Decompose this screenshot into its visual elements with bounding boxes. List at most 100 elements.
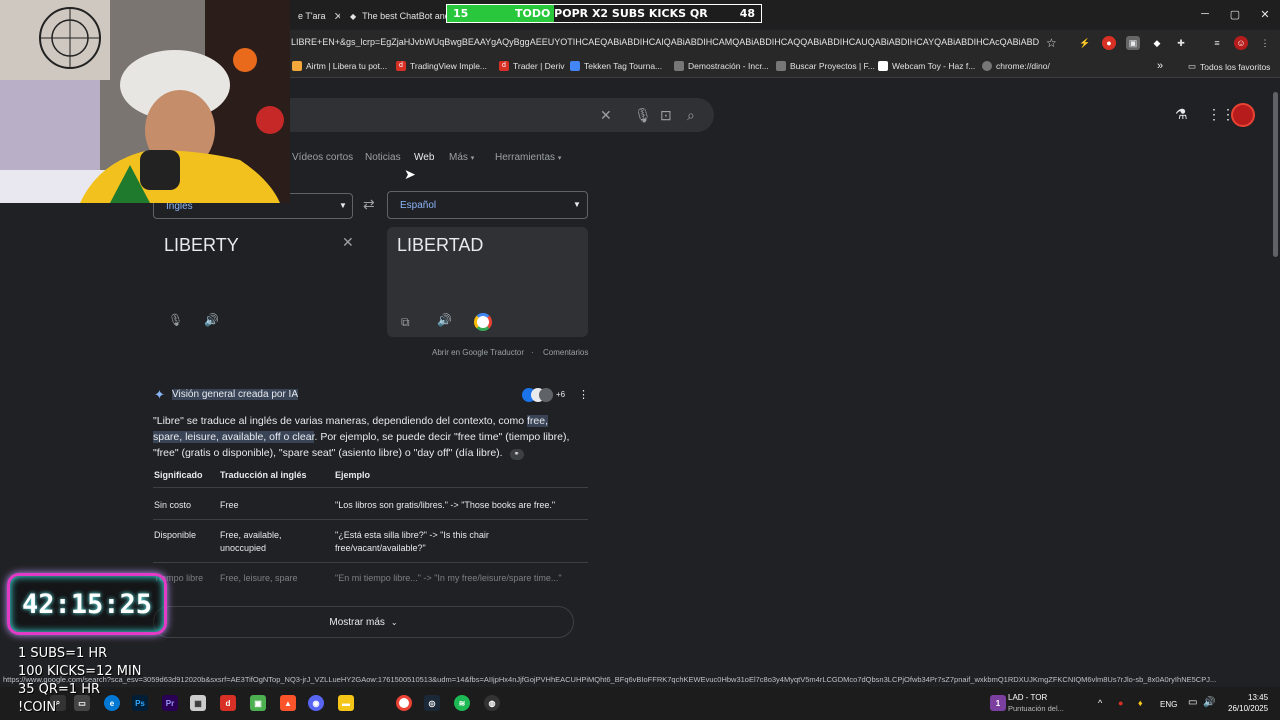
all-favorites[interactable]: ▭ Todos los favoritos <box>1188 61 1270 72</box>
webcam-overlay <box>0 0 290 203</box>
bookmark-label: TradingView Imple... <box>410 61 488 71</box>
bookmark-item[interactable]: d TradingView Imple... <box>396 61 487 71</box>
copy-icon[interactable]: ⧉ <box>401 315 410 330</box>
extension-icon[interactable]: ⚡ <box>1078 36 1092 50</box>
table-cell: "Los libros son gratis/libres." -> "Thos… <box>335 500 556 510</box>
close-icon[interactable]: ✕ <box>334 10 340 23</box>
tray-icon[interactable]: ● <box>1118 698 1123 708</box>
column-header: Traducción al inglés <box>220 470 307 480</box>
minimize-icon[interactable]: ─ <box>1195 4 1215 24</box>
lens-icon[interactable]: ⊡ <box>660 107 672 124</box>
all-favorites-label: Todos los favoritos <box>1200 61 1271 72</box>
premiere-icon[interactable]: Pr <box>162 695 178 711</box>
microphone-icon[interactable]: 🎙 <box>634 107 652 124</box>
source-count: +6 <box>556 390 566 399</box>
clock-time[interactable]: 13:45 <box>1248 693 1268 702</box>
bookmark-item[interactable]: Demostración - Incr... <box>674 61 769 71</box>
chevron-up-icon[interactable]: ^ <box>1098 698 1102 708</box>
url-field[interactable]: LIBRE+EN+&gs_lcrp=EgZjaHJvbWUqBwgBEAAYgA… <box>291 37 1039 47</box>
network-icon[interactable]: ▭ <box>1188 697 1197 708</box>
photoshop-icon[interactable]: Ps <box>132 695 148 711</box>
link-icon[interactable]: ⚭ <box>509 449 524 460</box>
bookmark-item[interactable]: Webcam Toy - Haz f... <box>878 61 975 71</box>
match-title[interactable]: LAD - TOR <box>1008 693 1047 702</box>
maximize-icon[interactable]: ▢ <box>1225 4 1245 24</box>
file-explorer-icon[interactable]: ▬ <box>338 695 354 711</box>
profile-avatar[interactable]: ☺ <box>1234 36 1248 50</box>
target-language-select[interactable]: Español ▼ <box>387 191 588 219</box>
edge-icon[interactable]: e <box>104 695 120 711</box>
search-box[interactable]: ✕ 🎙 ⊡ ⌕ <box>240 98 714 132</box>
shield-extension-icon[interactable]: ▣ <box>1126 36 1140 50</box>
brave-icon[interactable]: ▲ <box>280 695 296 711</box>
goal-right-value: 48 <box>739 7 755 20</box>
spotify-icon[interactable]: ≋ <box>454 695 470 711</box>
chevron-right-icon[interactable]: » <box>1157 60 1163 72</box>
bookmark-item[interactable]: Tekken Tag Tourna... <box>570 61 662 71</box>
browser-tab[interactable]: ◆ The best ChatBot and <box>342 4 446 28</box>
sparkle-icon: ✦ <box>154 387 165 402</box>
tab-short-videos[interactable]: Vídeos cortos <box>292 152 353 163</box>
clear-icon[interactable]: ✕ <box>600 107 612 124</box>
browser-tab[interactable]: e T'ara ✕ <box>290 4 340 28</box>
extension-icon[interactable]: ● <box>1102 36 1116 50</box>
promo-line: !COIN <box>18 700 57 715</box>
bookmark-item[interactable]: Buscar Proyectos | F... <box>776 61 875 71</box>
close-window-icon[interactable]: ✕ <box>1255 4 1275 24</box>
discord-icon[interactable]: ◉ <box>308 695 324 711</box>
clock-date[interactable]: 26/10/2025 <box>1228 704 1268 713</box>
bookmark-favicon <box>776 61 786 71</box>
search-icon[interactable]: ⌕ <box>687 107 695 124</box>
puzzle-icon[interactable]: ✚ <box>1174 36 1188 50</box>
minecraft-icon[interactable]: ▣ <box>250 695 266 711</box>
speaker-icon[interactable]: 🔊 <box>204 313 219 327</box>
tab-web[interactable]: Web <box>414 152 434 163</box>
show-more-button[interactable]: Mostrar más ⌄ <box>153 606 574 638</box>
clear-text-icon[interactable]: ✕ <box>342 234 354 251</box>
scrollbar[interactable] <box>1271 80 1280 675</box>
calculator-icon[interactable]: ▦ <box>190 695 206 711</box>
table-cell: "En mi tiempo libre..." -> "In my free/l… <box>335 573 562 583</box>
obs-icon[interactable]: ◍ <box>484 695 500 711</box>
sources-avatars[interactable] <box>522 388 553 402</box>
tab-tools-label: Herramientas <box>495 152 556 163</box>
bookmark-star-icon[interactable]: ☆ <box>1046 36 1057 50</box>
column-header: Significado <box>154 470 203 480</box>
source-text[interactable]: LIBERTY <box>164 235 239 256</box>
bookmark-label: Buscar Proyectos | F... <box>790 61 875 71</box>
bookmark-label: Webcam Toy - Haz f... <box>892 61 976 71</box>
tab-tools[interactable]: Herramientas ▾ <box>495 152 561 163</box>
tab-more[interactable]: Más ▾ <box>449 152 474 163</box>
bookmark-favicon <box>292 61 302 71</box>
promo-line: 100 KICKS=12 MIN <box>18 664 142 679</box>
speaker-icon[interactable]: 🔊 <box>437 313 452 327</box>
open-translator-link[interactable]: Abrir en Google Traductor <box>432 348 524 357</box>
task-view-icon[interactable]: ▭ <box>74 695 90 711</box>
bookmark-item[interactable]: d Trader | Deriv <box>499 61 565 71</box>
language-indicator[interactable]: ENG <box>1160 700 1177 709</box>
more-options-icon[interactable]: ⋮ <box>578 388 589 401</box>
extension-icon[interactable]: ◆ <box>1150 36 1164 50</box>
webcam-feed-image <box>0 0 290 203</box>
labs-flask-icon[interactable]: ⚗ <box>1175 106 1188 123</box>
scrollbar-thumb[interactable] <box>1273 92 1278 257</box>
deriv-icon[interactable]: d <box>220 695 236 711</box>
steam-icon[interactable]: ◎ <box>424 695 440 711</box>
microphone-icon[interactable]: 🎙 <box>168 313 183 327</box>
tray-icon[interactable]: ♦ <box>1138 698 1143 708</box>
reading-list-icon[interactable]: ≡ <box>1210 36 1224 50</box>
bookmark-label: Airtm | Libera tu pot... <box>306 61 388 71</box>
tab-news[interactable]: Noticias <box>365 152 401 163</box>
account-avatar[interactable] <box>1231 103 1255 127</box>
bookmark-item[interactable]: chrome://dino/ <box>982 61 1050 71</box>
comments-link[interactable]: Comentarios <box>543 348 588 357</box>
ai-overview-paragraph: "Libre" se traduce al inglés de varias m… <box>153 413 593 461</box>
separator-dot: · <box>531 348 534 357</box>
swap-languages-icon[interactable]: ⇄ <box>363 196 375 213</box>
menu-dots-icon[interactable]: ⋮ <box>1258 36 1272 50</box>
bookmark-item[interactable]: Airtm | Libera tu pot... <box>292 61 387 71</box>
volume-icon[interactable]: 🔊 <box>1203 697 1215 708</box>
chrome-icon[interactable] <box>396 695 412 711</box>
google-logo-icon[interactable] <box>474 313 492 331</box>
chevron-down-icon: ▾ <box>470 155 475 162</box>
